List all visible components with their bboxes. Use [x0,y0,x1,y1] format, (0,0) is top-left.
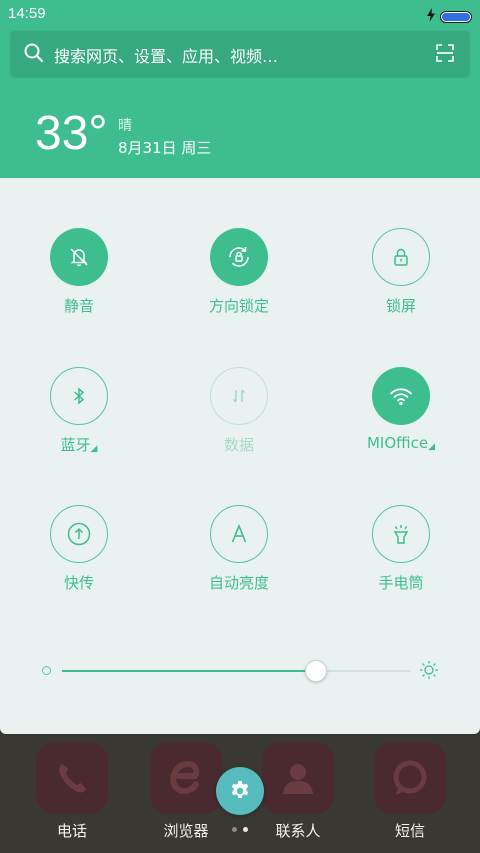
browser-icon [150,742,222,814]
rotation-lock-button[interactable] [210,228,268,286]
bluetooth-icon [74,387,85,405]
mobile-data-button[interactable] [210,367,268,425]
toggle-label: 数据 [223,436,254,454]
rotation-lock-icon [229,247,249,267]
menu-corner-icon: ◢ [90,444,98,454]
mobile-data-icon [232,389,246,403]
phone-icon [36,742,108,814]
weather-condition: 晴 [118,118,132,134]
wifi-button[interactable] [372,367,430,425]
brightness-high-icon [419,660,439,684]
flashlight-button[interactable] [372,505,430,563]
auto-brightness-icon [231,523,247,543]
menu-corner-icon: ◢ [428,442,436,452]
page-indicator [232,827,248,832]
status-icons [426,7,472,26]
lock-icon [394,248,408,266]
toggle-lock-screen[interactable]: 锁屏 [341,228,461,316]
quick-settings-panel: 静音 方向锁定 锁屏 蓝牙◢ 数据 MIOffice◢ 快传 自动亮度 手电筒 [0,178,480,734]
brightness-row [0,656,480,686]
dock-label: 电话 [56,822,87,840]
toggle-mobile-data[interactable]: 数据 [179,367,299,455]
page-dot [232,827,237,832]
flashlight-icon [393,525,409,544]
toggle-quick-transfer[interactable]: 快传 [19,505,139,593]
toggle-label: 自动亮度 [208,574,269,592]
toggle-label: 方向锁定 [208,297,269,315]
bluetooth-button[interactable] [50,367,108,425]
toggle-label: 静音 [63,297,94,315]
toggle-wifi[interactable]: MIOffice◢ [341,367,461,452]
dock-label: 短信 [394,822,425,840]
dock-label: 联系人 [275,822,321,840]
brightness-low-icon [42,666,51,675]
auto-brightness-button[interactable] [210,505,268,563]
brightness-fill [62,670,317,672]
bluetooth-label: 蓝牙 [60,436,91,454]
contacts-icon [262,742,334,814]
wifi-label: MIOffice [366,434,429,452]
dock-app-phone[interactable]: 电话 [17,742,127,841]
toggle-label: 锁屏 [385,297,416,315]
settings-button[interactable] [216,767,264,815]
battery-icon [440,10,472,23]
weather-temperature[interactable]: 33° [35,108,108,160]
toggle-label: 蓝牙◢ [19,434,139,455]
toggle-bluetooth[interactable]: 蓝牙◢ [19,367,139,455]
search-icon [24,43,44,67]
wifi-icon [390,388,412,406]
toggle-label: MIOffice◢ [341,434,461,452]
brightness-thumb[interactable] [305,660,328,682]
status-time: 14:59 [8,5,46,22]
bell-off-icon [70,248,88,267]
toggle-mute[interactable]: 静音 [19,228,139,316]
mute-button[interactable] [50,228,108,286]
dock-label: 浏览器 [163,822,209,840]
lock-screen-button[interactable] [372,228,430,286]
scan-icon[interactable] [436,44,454,66]
search-input[interactable]: 搜索网页、设置、应用、视频… [54,43,278,67]
messages-icon [374,742,446,814]
toggle-rotation-lock[interactable]: 方向锁定 [179,228,299,316]
transfer-icon [67,522,91,546]
gear-icon [231,781,249,798]
notification-header: 14:59 搜索网页、设置、应用、视频… 33° 晴 8月31日 周三 [0,0,480,178]
toggle-auto-brightness[interactable]: 自动亮度 [179,505,299,593]
page-dot-active [243,827,248,832]
toggle-label: 手电筒 [378,574,424,592]
quick-transfer-button[interactable] [50,505,108,563]
search-bar[interactable]: 搜索网页、设置、应用、视频… [11,31,469,76]
toggle-flashlight[interactable]: 手电筒 [341,505,461,593]
brightness-slider[interactable] [62,660,410,682]
battery-level [442,12,470,21]
weather-date: 8月31日 周三 [118,139,212,157]
toggle-label: 快传 [63,574,94,592]
charging-icon [426,7,436,26]
dock-app-messages[interactable]: 短信 [355,742,465,841]
status-bar: 14:59 [0,0,480,28]
